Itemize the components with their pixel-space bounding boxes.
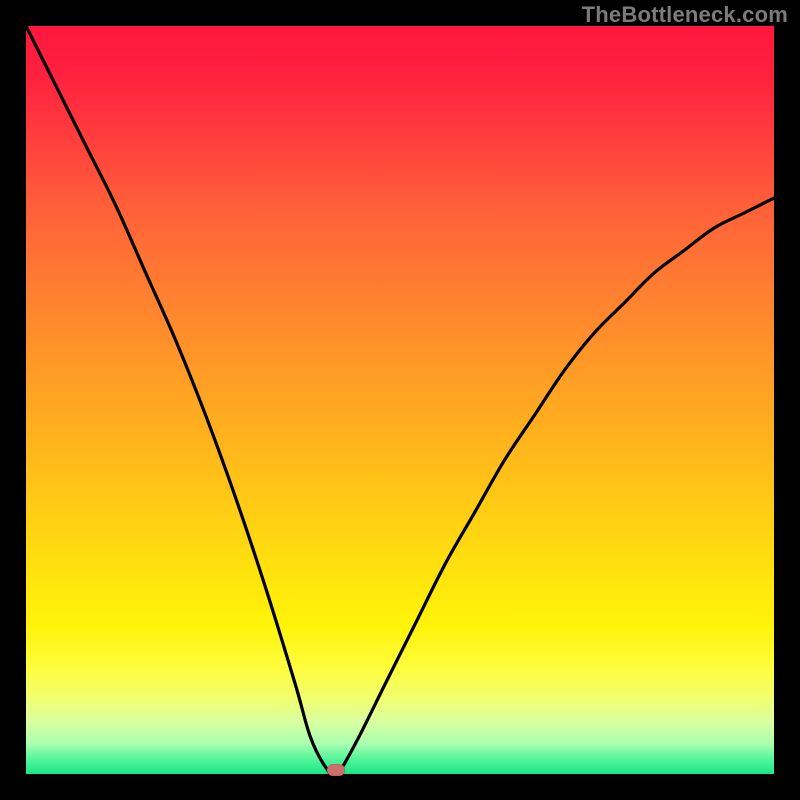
chart-frame: TheBottleneck.com xyxy=(0,0,800,800)
bottleneck-curve xyxy=(26,26,774,774)
plot-area xyxy=(26,26,774,774)
optimum-marker xyxy=(327,764,345,776)
watermark-text: TheBottleneck.com xyxy=(582,2,788,28)
